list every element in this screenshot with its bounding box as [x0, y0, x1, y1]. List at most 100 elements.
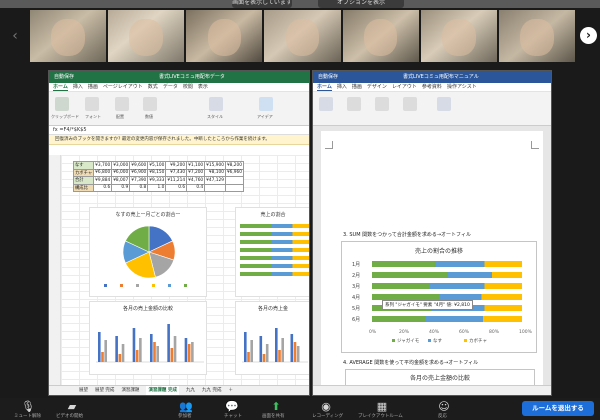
font-icon[interactable] — [85, 97, 99, 111]
table-cell[interactable]: 合計 — [72, 176, 95, 185]
table-cell[interactable]: ¥6,000 — [111, 168, 131, 177]
embedded-chart[interactable]: 売上の割合の推移 1月 2月 3月 4月 5月 6月 0% 20% 40% 60% 80% 100% ジ… — [341, 241, 537, 353]
table-cell[interactable]: カボチャ — [72, 168, 95, 177]
share-screen-icon[interactable]: ⬆ — [266, 401, 286, 413]
table-cell[interactable]: ¥6,800 — [93, 168, 113, 177]
align-icon[interactable] — [115, 97, 129, 111]
paste-icon[interactable] — [55, 97, 69, 111]
tab-home[interactable]: ホーム — [53, 83, 68, 91]
tab-insert[interactable]: 挿入 — [337, 83, 347, 91]
table-cell[interactable]: ¥47,129 — [204, 176, 226, 185]
paragraph-icon[interactable] — [375, 97, 389, 111]
tab-formulas[interactable]: 数式 — [148, 83, 158, 91]
table-cell[interactable]: ¥7,390 — [129, 176, 149, 185]
table-cell[interactable]: ¥8,200 — [224, 161, 245, 170]
table-cell[interactable] — [224, 176, 245, 185]
stacked-chart-panel[interactable]: 売上の割合 — [235, 207, 309, 297]
document-page[interactable]: 3. SUM 関数をつかって合計金額を求める→オートフィル 売上の割合の推移 1… — [321, 131, 543, 387]
table-cell[interactable]: ¥7,200 — [186, 168, 206, 177]
table-cell[interactable]: 0.6 — [165, 183, 188, 192]
autosave-label[interactable]: 自動保存 — [318, 74, 338, 80]
tab-design[interactable]: デザイン — [367, 83, 387, 91]
reactions-icon[interactable]: ☺ — [434, 401, 454, 413]
column-bar — [156, 346, 159, 362]
table-cell[interactable]: ¥8,150 — [147, 168, 167, 177]
table-cell[interactable]: ¥3,700 — [93, 161, 113, 170]
gallery-next-icon[interactable]: › — [580, 27, 597, 44]
tab-draw[interactable]: 描画 — [352, 83, 362, 91]
styles-icon[interactable] — [403, 97, 417, 111]
table-cell[interactable]: ¥6,900 — [129, 168, 149, 177]
tab-review[interactable]: 校閲 — [183, 83, 193, 91]
sheet-tab-active[interactable]: 演習課題 完成 — [146, 386, 180, 395]
tab-page-layout[interactable]: ページレイアウト — [103, 83, 143, 91]
chat-icon[interactable]: 💬 — [222, 401, 242, 413]
add-sheet-icon[interactable]: ＋ — [228, 386, 233, 395]
participant-video[interactable] — [30, 10, 107, 62]
participant-video[interactable] — [342, 10, 419, 62]
table-cell[interactable]: ¥5,100 — [147, 161, 167, 170]
table-cell[interactable]: ¥8,007 — [111, 176, 131, 185]
leave-room-button[interactable]: ルームを退出する — [522, 401, 594, 416]
column-chart-panel-2[interactable]: 各月の売上金 — [235, 301, 309, 375]
sheet-tab[interactable]: 九九 — [186, 386, 195, 395]
video-camera-icon[interactable]: ▰ — [62, 401, 82, 413]
table-cell[interactable]: ¥8,100 — [204, 168, 226, 177]
table-cell[interactable]: ¥4,760 — [186, 176, 206, 185]
dictation-icon[interactable] — [437, 97, 451, 111]
table-cell[interactable] — [204, 183, 226, 192]
autosave-label[interactable]: 自動保存 — [54, 74, 74, 80]
participant-video[interactable] — [498, 10, 575, 62]
sheet-tab[interactable]: 九九 完成 — [202, 386, 221, 395]
tab-view[interactable]: 表示 — [198, 83, 208, 91]
table-cell[interactable]: 0.8 — [129, 183, 149, 192]
table-cell[interactable]: ¥9,884 — [93, 176, 113, 185]
table-cell[interactable] — [224, 183, 245, 192]
tab-insert[interactable]: 挿入 — [73, 83, 83, 91]
ideas-icon[interactable] — [259, 97, 273, 111]
table-cell[interactable]: ¥3,000 — [111, 161, 131, 170]
table-cell[interactable]: ¥9,333 — [147, 176, 167, 185]
styles-icon[interactable] — [209, 97, 223, 111]
pie-chart-panel[interactable]: なすの売上ー月ごとの割合ー — [89, 207, 207, 297]
formula-bar[interactable]: fx =F4/*$K$5 — [49, 126, 309, 135]
gallery-prev-icon[interactable]: ‹ — [8, 26, 22, 46]
sheet-tab[interactable]: 演習課題 — [121, 386, 139, 395]
number-format-icon[interactable] — [143, 97, 157, 111]
table-cell[interactable]: 0.9 — [111, 183, 131, 192]
tab-data[interactable]: データ — [163, 83, 178, 91]
table-cell[interactable]: ¥9,600 — [129, 161, 149, 170]
table-cell[interactable]: ¥11,214 — [165, 176, 188, 185]
record-icon[interactable]: ◉ — [316, 401, 336, 413]
table-cell[interactable]: ¥9,200 — [165, 161, 188, 170]
participant-video[interactable] — [108, 10, 185, 62]
table-cell[interactable]: なす — [72, 161, 95, 170]
breakout-rooms-icon[interactable]: ▦ — [372, 401, 392, 413]
microphone-icon[interactable]: 🎙 — [18, 401, 38, 413]
table-cell[interactable]: ¥7,430 — [165, 168, 188, 177]
font-icon[interactable] — [347, 97, 361, 111]
table-cell[interactable]: ¥15,900 — [204, 161, 226, 170]
table-cell[interactable]: 0.4 — [186, 183, 206, 192]
tab-assist[interactable]: 操作アシスト — [447, 83, 477, 91]
spreadsheet-grid[interactable]: なす ¥3,700 ¥3,000 ¥9,600 ¥5,100 ¥9,200 ¥1… — [49, 155, 309, 387]
table-cell[interactable]: 0.6 — [93, 183, 113, 192]
tab-home[interactable]: ホーム — [317, 83, 332, 91]
column-bar — [281, 338, 284, 362]
column-chart-panel[interactable]: 各月の売上金額の比較 — [89, 301, 207, 375]
table-cell[interactable]: ¥1,100 — [186, 161, 206, 170]
sheet-tab[interactable]: 展望 — [79, 386, 88, 395]
tab-references[interactable]: 参考資料 — [422, 83, 442, 91]
participant-video[interactable] — [264, 10, 341, 62]
table-cell[interactable]: ¥6,960 — [224, 168, 245, 177]
table-cell[interactable]: 1.0 — [147, 183, 167, 192]
tab-layout[interactable]: レイアウト — [392, 83, 417, 91]
tab-draw[interactable]: 描画 — [88, 83, 98, 91]
participant-video[interactable] — [420, 10, 497, 62]
view-options-button[interactable]: オプションを表示 — [318, 0, 404, 8]
participant-video[interactable] — [186, 10, 263, 62]
paste-icon[interactable] — [319, 97, 333, 111]
participants-icon[interactable]: 👥 — [176, 401, 196, 413]
table-cell[interactable]: 構成比 — [72, 183, 95, 192]
sheet-tab[interactable]: 展望 完成 — [95, 386, 114, 395]
